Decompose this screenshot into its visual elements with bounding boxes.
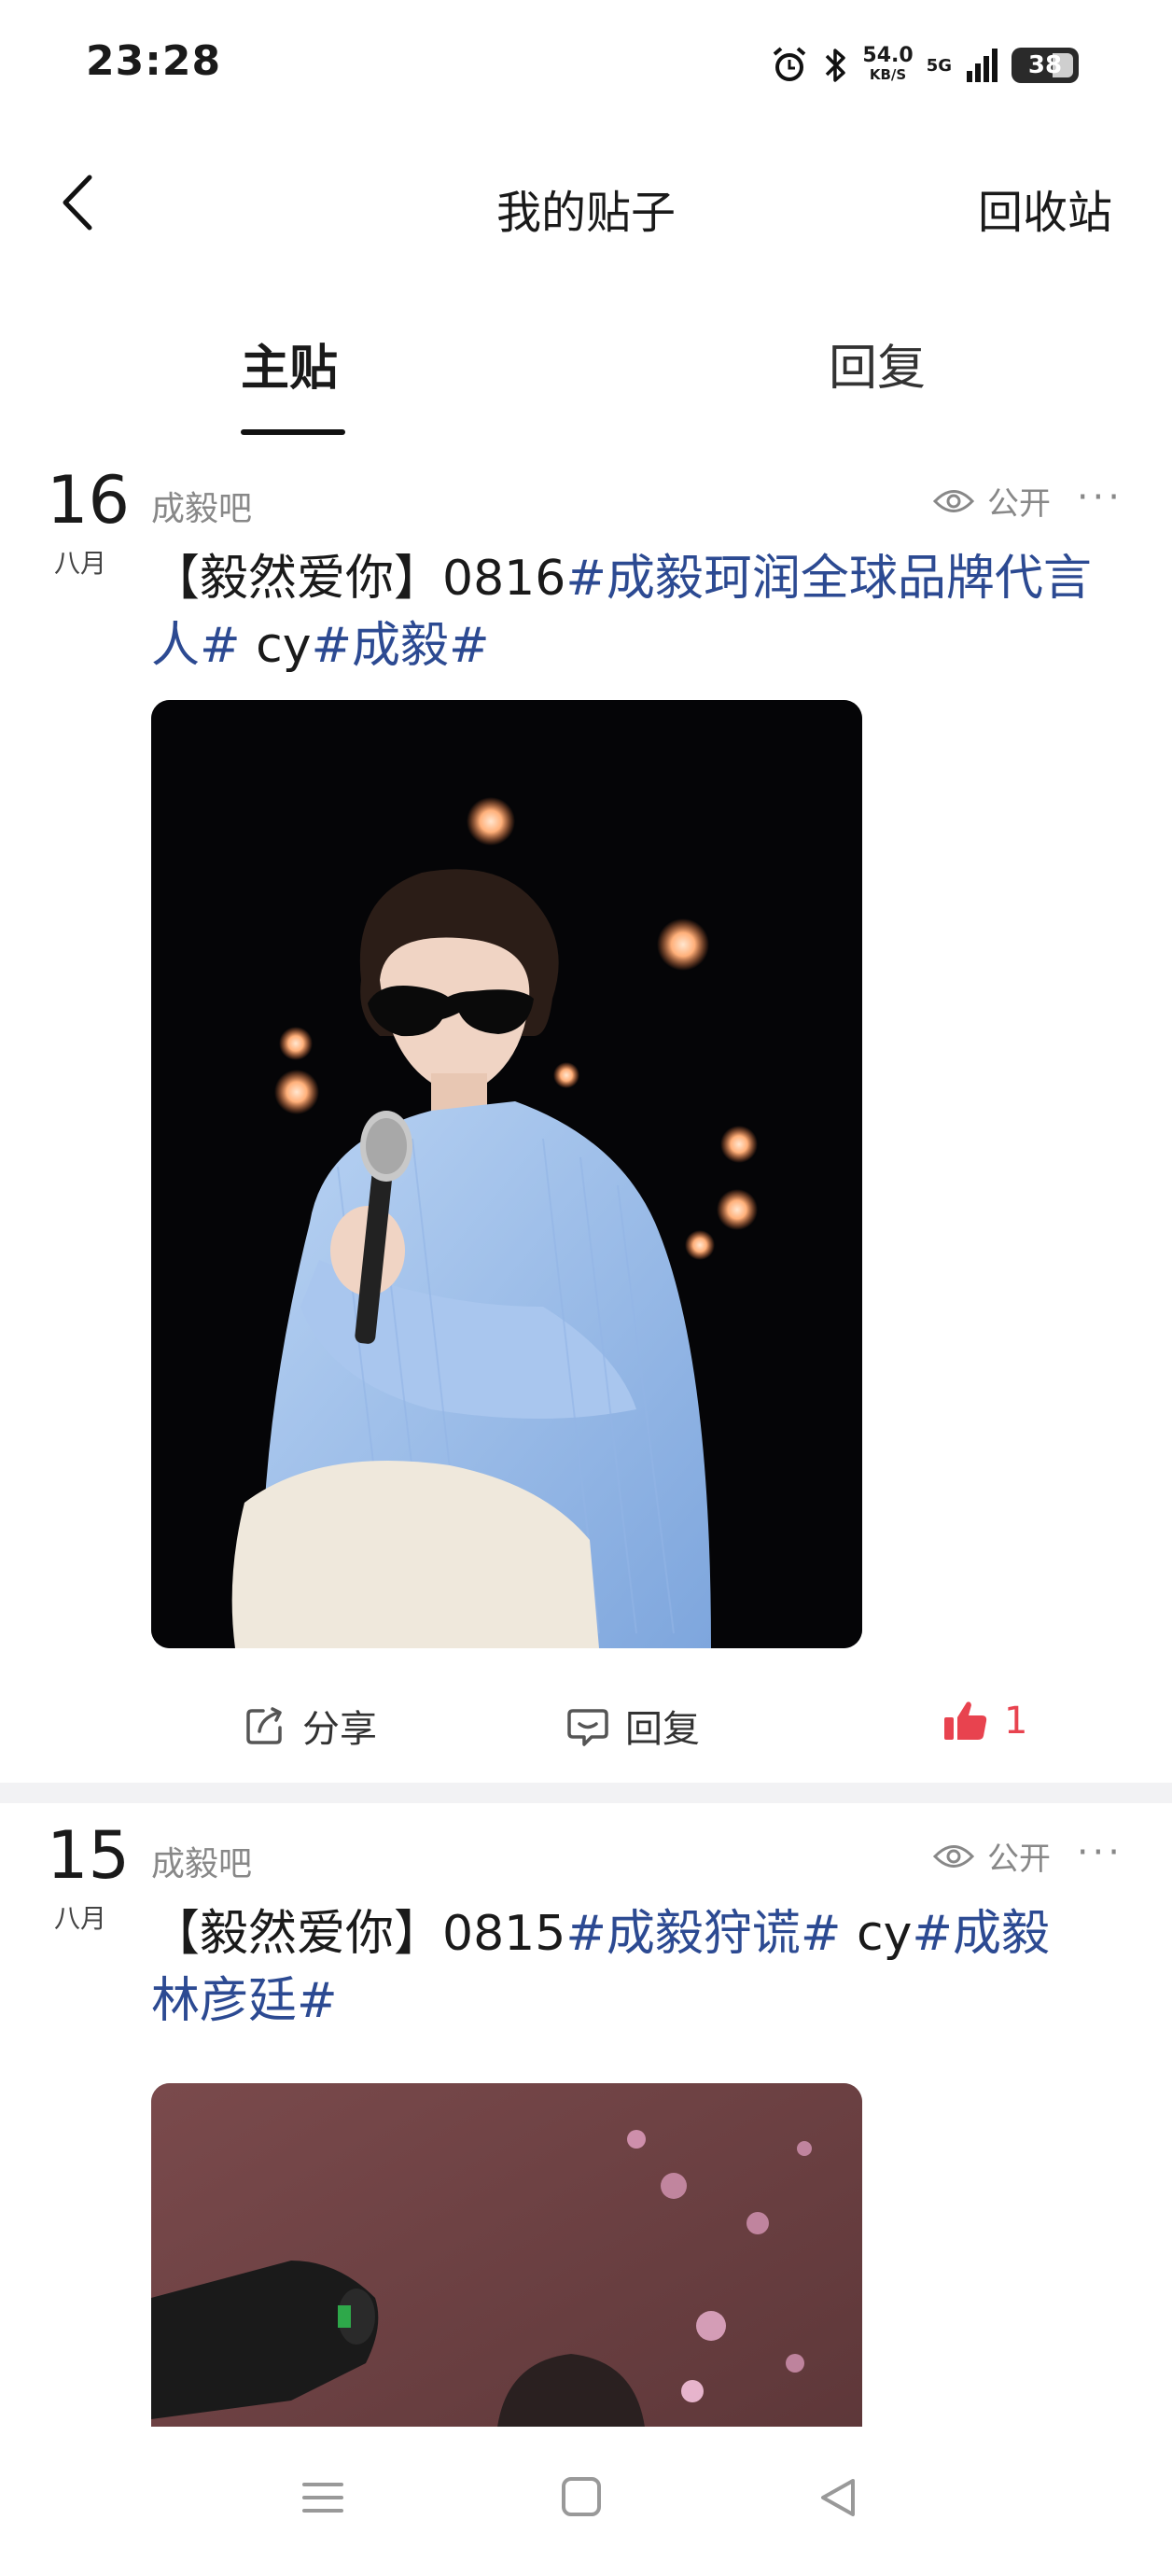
more-options-icon[interactable]: ··· [1077,1831,1123,1874]
nav-bar: 我的贴子 回收站 [0,149,1172,261]
share-button[interactable]: 分享 [243,1699,377,1753]
like-button[interactable]: 1 [942,1699,1027,1743]
post-divider [0,1783,1172,1803]
tab-bar: 主贴 回复 [0,308,1172,439]
post-image[interactable] [151,2083,862,2466]
tab-active-indicator [241,429,345,435]
net-speed: 54.0 KB/S [862,44,914,84]
post-image[interactable] [151,700,862,1648]
post-actions: 分享 回复 1 [0,1686,1172,1770]
bluetooth-icon [826,49,846,82]
post-date-day: 16 [47,462,131,539]
tab-replies[interactable]: 回复 [829,329,926,399]
post-title[interactable]: 【毅然爱你】0815#成毅狩谎# cy#成毅林彦廷# [151,1900,1094,2035]
concert-photo [151,2083,862,2466]
concert-photo [151,700,862,1648]
post-visibility[interactable]: 公开 [933,1833,1051,1879]
status-icons: 54.0 KB/S 5G 38 [769,39,1079,91]
post-forum[interactable]: 成毅吧 [151,1837,252,1885]
post-card[interactable]: 16 八月 成毅吧 公开 ··· 【毅然爱你】0816#成毅珂润全球品牌代言人#… [0,457,1172,1783]
post-date-month: 八月 [54,548,107,579]
tab-main-posts[interactable]: 主贴 [241,329,338,399]
recycle-bin-button[interactable]: 回收站 [978,175,1112,241]
post-date-month: 八月 [54,1903,107,1934]
battery-icon: 38 [1012,48,1079,83]
back-nav-icon[interactable] [816,2475,860,2520]
post-forum[interactable]: 成毅吧 [151,482,252,530]
thumbs-up-icon [944,1701,987,1740]
status-bar: 23:28 54.0 KB/S 5G 38 [0,0,1172,131]
alarm-icon [774,47,806,81]
status-time: 23:28 [86,37,222,85]
reply-button[interactable]: 回复 [565,1699,700,1753]
eye-icon [933,489,974,512]
share-icon [246,1707,282,1744]
eye-icon [933,1844,974,1868]
post-visibility[interactable]: 公开 [933,478,1051,524]
post-title[interactable]: 【毅然爱你】0816#成毅珂润全球品牌代言人# cy#成毅# [151,545,1094,679]
more-options-icon[interactable]: ··· [1077,476,1123,519]
signal-icon [967,49,998,82]
post-card[interactable]: 15 八月 成毅吧 公开 ··· 【毅然爱你】0815#成毅狩谎# cy#成毅林… [0,1813,1172,2466]
post-date-day: 15 [47,1817,131,1894]
home-icon[interactable] [560,2475,603,2518]
network-type: 5G [926,55,952,76]
system-nav-bar [0,2427,1172,2576]
menu-icon[interactable] [300,2475,345,2520]
comment-icon [567,1709,608,1746]
